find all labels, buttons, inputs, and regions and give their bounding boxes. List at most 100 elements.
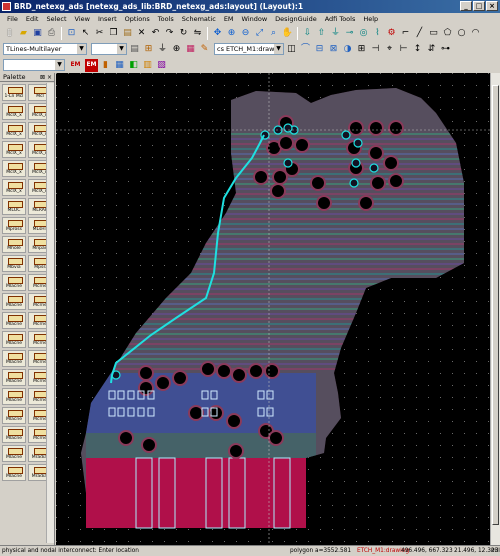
trace-icon[interactable]: ⌇	[371, 27, 384, 40]
ground-icon[interactable]: ⏚	[329, 27, 342, 40]
port-icon[interactable]: ⊸	[343, 27, 356, 40]
menu-help[interactable]: Help	[359, 13, 382, 25]
menu-em[interactable]: EM	[220, 13, 238, 25]
palette-item[interactable]: Mlacne	[2, 388, 26, 405]
arc-icon[interactable]: ◠	[469, 27, 482, 40]
layer-view-icon[interactable]: ◫	[285, 43, 298, 56]
mirror-icon[interactable]: ⇋	[191, 27, 204, 40]
palette-scrollbar[interactable]	[46, 83, 54, 543]
via-pad[interactable]	[283, 158, 293, 168]
menu-tools[interactable]: Tools	[154, 13, 178, 25]
palette-item[interactable]: Mlacne	[2, 464, 26, 481]
menu-select[interactable]: Select	[42, 13, 70, 25]
palette-item[interactable]: Mlacne	[2, 369, 26, 386]
palette-item[interactable]: MLOC	[2, 198, 26, 215]
grid-icon[interactable]: ⊞	[355, 43, 368, 56]
em-simulate-icon[interactable]: EM	[85, 58, 98, 72]
units-combo[interactable]: ▼	[3, 59, 65, 71]
bar-chart-icon[interactable]: ▮	[99, 59, 112, 72]
close-icon[interactable]: ⊠ ×	[40, 73, 52, 82]
menu-options[interactable]: Options	[121, 13, 154, 25]
circle-icon[interactable]: ○	[455, 27, 468, 40]
menu-schematic[interactable]: Schematic	[178, 13, 220, 25]
palette-item[interactable]: Mlacne	[2, 407, 26, 424]
pan-icon[interactable]: ✋	[281, 27, 294, 40]
zoom-out-icon[interactable]: ⊖	[239, 27, 252, 40]
undo-icon[interactable]: ↶	[149, 27, 162, 40]
palette-item[interactable]: Mpross	[2, 217, 26, 234]
data-display-icon[interactable]: ▦	[113, 59, 126, 72]
measure-icon[interactable]: ↕	[411, 43, 424, 56]
layer-select-icon[interactable]: ⊟	[313, 43, 326, 56]
menu-window[interactable]: Window	[238, 13, 272, 25]
rotate-icon[interactable]: ↻	[177, 27, 190, 40]
vertical-scrollbar[interactable]	[490, 73, 500, 545]
palette-item[interactable]: MclX_x	[2, 179, 26, 196]
pcb-layout-drawing[interactable]	[56, 73, 490, 545]
component-list-icon[interactable]: ▤	[128, 43, 141, 56]
save-icon[interactable]: ▣	[31, 27, 44, 40]
palette-item[interactable]: MclX_x	[2, 103, 26, 120]
palette-item[interactable]: Mlacne	[2, 426, 26, 443]
pop-up-icon[interactable]: ⇧	[315, 27, 328, 40]
scrollbar-thumb[interactable]	[492, 85, 499, 525]
delete-icon[interactable]: ✕	[135, 27, 148, 40]
layout-canvas[interactable]	[56, 73, 490, 545]
library-combo[interactable]: TLines-Multilayer ▼	[3, 43, 87, 55]
menu-designguide[interactable]: DesignGuide	[271, 13, 321, 25]
menu-file[interactable]: File	[3, 13, 22, 25]
line-icon[interactable]: ╱	[413, 27, 426, 40]
menu-edit[interactable]: Edit	[22, 13, 43, 25]
via-pad[interactable]	[341, 130, 351, 140]
via-pad[interactable]	[351, 158, 361, 168]
via-icon[interactable]: ◎	[357, 27, 370, 40]
close-button[interactable]: ×	[486, 1, 498, 11]
zoom-view-icon[interactable]: ⊡	[65, 27, 78, 40]
zoom-area-icon[interactable]: ⌕	[267, 27, 280, 40]
chevron-down-icon[interactable]: ▼	[274, 44, 283, 54]
3d-view-icon[interactable]: ◧	[127, 59, 140, 72]
move-icon[interactable]: ✥	[211, 27, 224, 40]
zoom-fit-icon[interactable]: ⤢	[253, 27, 266, 40]
align-icon[interactable]: ⊣	[369, 43, 382, 56]
palette-item[interactable]: Mbvia	[2, 255, 26, 272]
polygon-icon[interactable]: ⬠	[441, 27, 454, 40]
select-icon[interactable]: ↖	[79, 27, 92, 40]
menu-adfi-tools[interactable]: Adfi Tools	[321, 13, 360, 25]
palette-item[interactable]: Mlacne	[2, 350, 26, 367]
zoom-in-icon[interactable]: ⊕	[225, 27, 238, 40]
palette-item[interactable]: 1-Ln Mcl	[2, 84, 26, 101]
substrate-icon[interactable]: ▧	[155, 59, 168, 72]
gauge-icon[interactable]: ◑	[341, 43, 354, 56]
cut-icon[interactable]: ✂	[93, 27, 106, 40]
pencil-icon[interactable]: ✎	[198, 43, 211, 56]
push-down-icon[interactable]: ⇩	[301, 27, 314, 40]
palette-item[interactable]: Mlacne	[2, 293, 26, 310]
palette-item[interactable]: Mhole	[2, 236, 26, 253]
chevron-down-icon[interactable]: ▼	[117, 44, 126, 54]
print-icon[interactable]: ⎙	[45, 27, 58, 40]
palette-item[interactable]: Mlacne	[2, 312, 26, 329]
maximize-button[interactable]: □	[473, 1, 485, 11]
clearance-icon[interactable]: ⊠	[327, 43, 340, 56]
via-pad[interactable]	[353, 138, 363, 148]
palette-item[interactable]: Mlacne	[2, 274, 26, 291]
insert-component-icon[interactable]: ⊞	[142, 43, 155, 56]
new-file-icon[interactable]: ▯	[3, 27, 16, 40]
palette-item[interactable]: Mlacne	[2, 331, 26, 348]
palette-item[interactable]: MclX_x	[2, 141, 26, 158]
wire-icon[interactable]: ⌐	[399, 27, 412, 40]
trace-route-icon[interactable]: ⌒	[299, 43, 312, 56]
via-pad[interactable]	[283, 123, 293, 133]
chevron-down-icon[interactable]: ▼	[55, 60, 64, 70]
link-icon[interactable]: ⊶	[439, 43, 452, 56]
simulate-icon[interactable]: ⚙	[385, 27, 398, 40]
via-pad[interactable]	[369, 163, 379, 173]
via-pad[interactable]	[349, 178, 359, 188]
menu-insert[interactable]: Insert	[94, 13, 121, 25]
snap-icon[interactable]: ⌖	[383, 43, 396, 56]
chevron-down-icon[interactable]: ▼	[77, 44, 86, 54]
palette-item[interactable]: MclX_x	[2, 122, 26, 139]
open-folder-icon[interactable]: ▰	[17, 27, 30, 40]
palette-item[interactable]: Mlacne	[2, 445, 26, 462]
